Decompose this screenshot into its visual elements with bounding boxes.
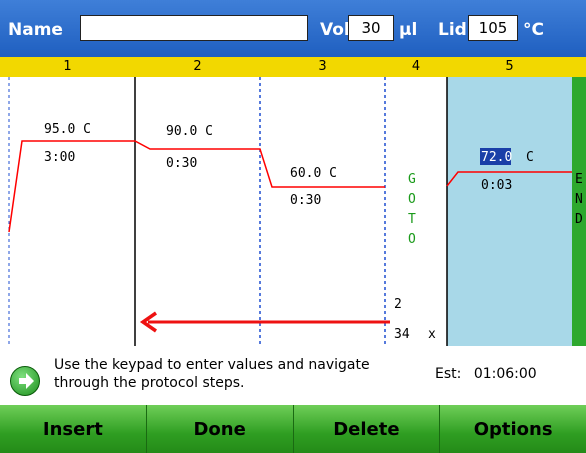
step-number-3[interactable]: 3 (260, 57, 385, 77)
options-button[interactable]: Options (440, 405, 586, 453)
selected-step-5-background[interactable] (447, 77, 572, 346)
goto-letter-2: O (408, 192, 416, 207)
goto-letter-3: T (408, 212, 416, 227)
goto-letter-4: O (408, 232, 416, 247)
footer-toolbar: Insert Done Delete Options (0, 405, 586, 453)
delete-button[interactable]: Delete (293, 405, 441, 453)
step-3-time[interactable]: 0:30 (290, 193, 321, 208)
step-number-strip: 1 2 3 4 5 (0, 57, 586, 77)
step-number-1[interactable]: 1 (0, 57, 135, 77)
goto-times-symbol: x (428, 327, 436, 342)
step-5-time[interactable]: 0:03 (481, 178, 512, 193)
end-letter-1: E (575, 172, 583, 187)
step-2-temp[interactable]: 90.0 C (166, 124, 213, 139)
step-number-5[interactable]: 5 (447, 57, 572, 77)
name-label: Name (8, 20, 63, 40)
lid-unit: °C (523, 20, 544, 40)
goto-cycle-count[interactable]: 34 (394, 327, 410, 342)
insert-button[interactable]: Insert (0, 405, 147, 453)
step-2-time[interactable]: 0:30 (166, 156, 197, 171)
go-arrow-icon (10, 366, 40, 396)
vol-label: Vol (320, 20, 350, 40)
step-3-temp[interactable]: 60.0 C (290, 166, 337, 181)
header-bar: Name Vol 30 µl Lid 105 °C (0, 0, 586, 57)
estimate-value: 01:06:00 (473, 366, 537, 382)
step-1-temp[interactable]: 95.0 C (44, 122, 91, 137)
step-1-time[interactable]: 3:00 (44, 150, 75, 165)
protocol-graph: 95.0 C 3:00 90.0 C 0:30 60.0 C 0:30 G O … (8, 77, 586, 346)
end-letter-2: N (575, 192, 583, 207)
lid-input[interactable]: 105 (468, 15, 518, 41)
step-5-temp-unit: C (526, 150, 534, 165)
goto-step-number[interactable]: 2 (394, 297, 402, 312)
vol-input[interactable]: 30 (348, 15, 394, 41)
estimate-label: Est: (435, 366, 462, 382)
step-number-4[interactable]: 4 (385, 57, 447, 77)
done-button[interactable]: Done (146, 405, 294, 453)
step-number-2[interactable]: 2 (135, 57, 260, 77)
help-message: Use the keypad to enter values and navig… (54, 357, 370, 391)
lid-label: Lid (438, 20, 467, 40)
goto-letter-1: G (408, 172, 416, 187)
estimate: Est: 01:06:00 (435, 366, 537, 382)
vol-unit: µl (399, 20, 418, 40)
name-input[interactable] (80, 15, 308, 41)
end-letter-3: D (575, 212, 583, 227)
step-5-temp-value[interactable]: 72.0 (481, 150, 512, 165)
